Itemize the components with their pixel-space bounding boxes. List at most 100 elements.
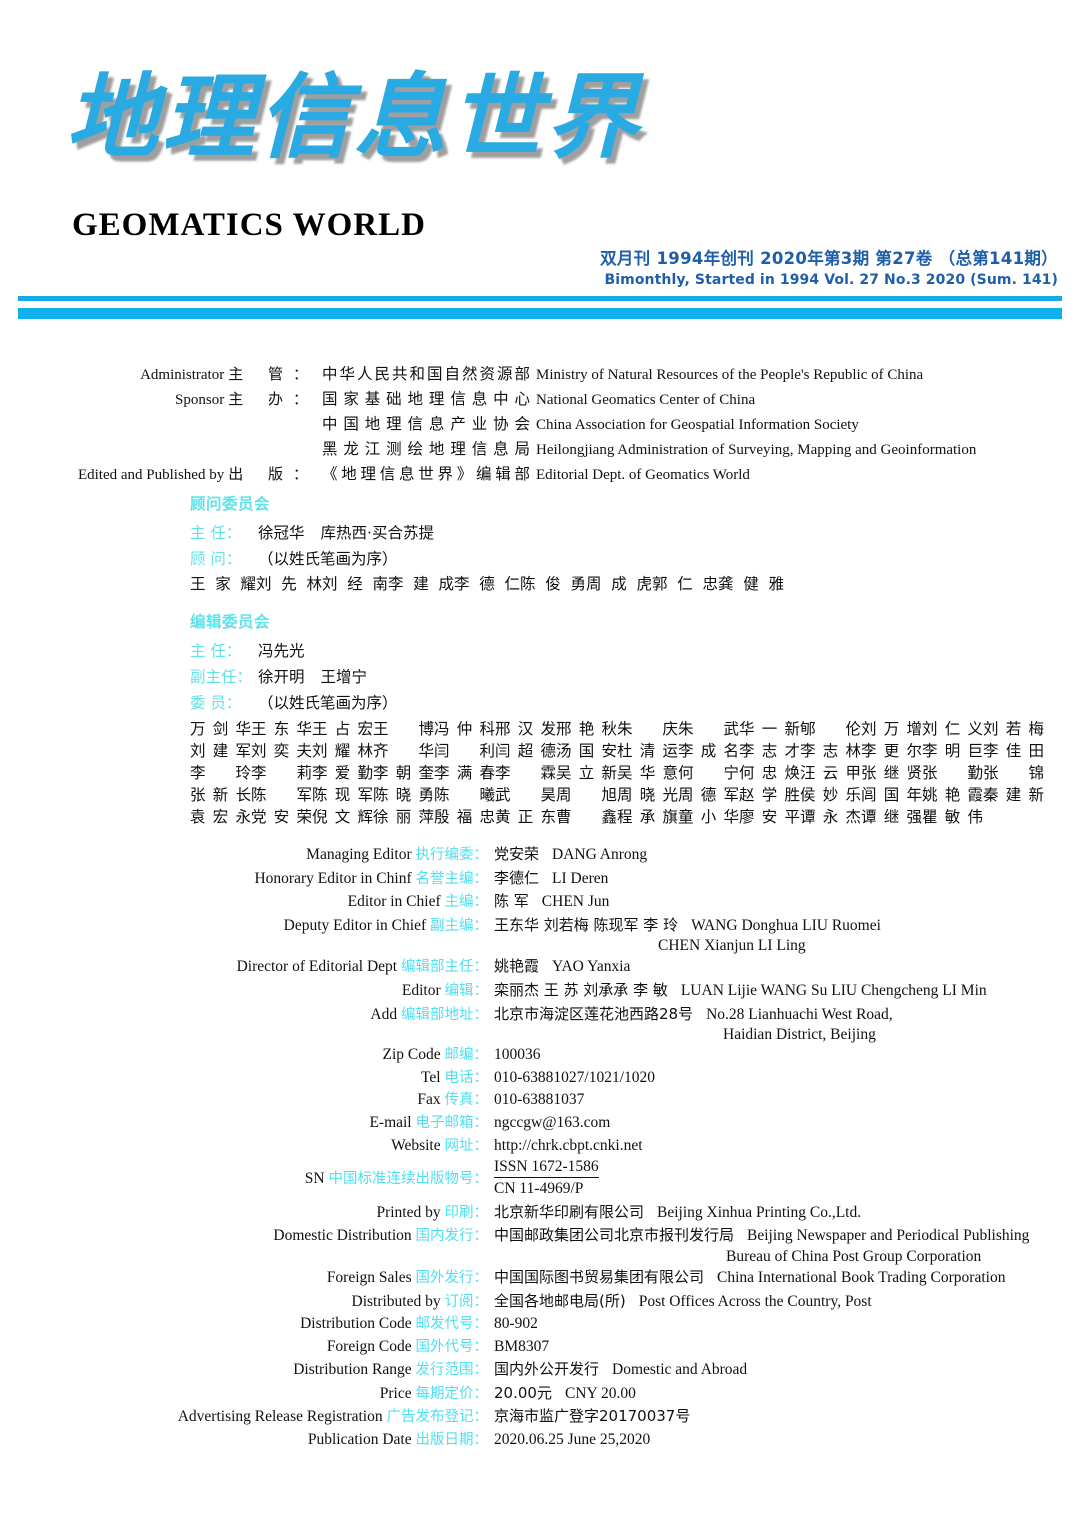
imprint-value-english: 80-902 bbox=[494, 1315, 538, 1333]
editorial-member-name: 陈现军 bbox=[312, 786, 373, 804]
imprint-row: Distribution Code 邮发代号： 80-902 bbox=[0, 1313, 1080, 1336]
editorial-chair-role: 主 任： bbox=[190, 642, 242, 660]
imprint-row-value: 京海市监广登字20170037号 bbox=[494, 1405, 1080, 1429]
imprint-row-value: http://chrk.cbpt.cnki.net bbox=[494, 1135, 1080, 1158]
imprint-label-chinese: 电子邮箱： bbox=[415, 1114, 489, 1131]
organization-row: Administrator 主 管： 中华人民共和国自然资源部 Ministry of… bbox=[0, 362, 1080, 387]
editorial-member-name: 邢汉发 bbox=[495, 720, 556, 738]
advisor-name: 李德仁 bbox=[454, 575, 520, 593]
imprint-row: Advertising Release Registration 广告发布登记：… bbox=[0, 1405, 1080, 1429]
imprint-row-value: 王东华 刘若梅 陈现军 李 玲 WANG Donghua LIU Ruomei bbox=[494, 914, 1080, 938]
imprint-row-label: Distributed by 订阅： bbox=[0, 1291, 494, 1314]
imprint-row-value: 北京市海淀区莲花池西路28号 No.28 Lianhuachi West Road… bbox=[494, 1003, 1080, 1027]
imprint-row-value: 李德仁 LI Deren bbox=[494, 867, 1080, 891]
imprint-value-chinese: 北京新华印刷有限公司 bbox=[494, 1202, 645, 1221]
imprint-row-value: 2020.06.25 June 25,2020 bbox=[494, 1429, 1080, 1452]
organization-name-chinese: 黑龙江测绘地理信息局 bbox=[322, 440, 530, 458]
imprint-row-value: 80-902 bbox=[494, 1313, 1080, 1336]
editorial-member-name: 万剑华 bbox=[190, 720, 251, 738]
editorial-member-name: 王 博 bbox=[373, 720, 434, 738]
imprint-row: Editor in Chief 主编：陈 军 CHEN Jun bbox=[0, 890, 1080, 914]
imprint-row-label: Website 网址： bbox=[0, 1135, 494, 1158]
editorial-member-name: 李更尔 bbox=[861, 742, 922, 760]
imprint-row: Price 每期定价： 20.00元 CNY 20.00 bbox=[0, 1382, 1080, 1406]
imprint-row: Tel 电话： 010-63881027/1021/1020 bbox=[0, 1067, 1080, 1090]
editorial-member-name: 李 玲 bbox=[190, 764, 251, 782]
editorial-member-name: 邢艳秋 bbox=[556, 720, 617, 738]
editorial-member-name: 吴立新 bbox=[556, 764, 617, 782]
sn-label-english: SN bbox=[304, 1169, 329, 1187]
imprint-label-chinese: 邮编： bbox=[444, 1047, 489, 1064]
editorial-member-name: 殷福忠 bbox=[434, 808, 495, 826]
organization-name-chinese: 中国地理信息产业协会 bbox=[322, 415, 530, 433]
organization-label-chinese: 出 版： bbox=[228, 465, 318, 483]
imprint-row-value: 010-63881027/1021/1020 bbox=[494, 1067, 1080, 1090]
editorial-member-name: 朱 庆 bbox=[617, 720, 678, 738]
imprint-label-english: Publication Date bbox=[307, 1431, 416, 1449]
imprint-value-chinese: 陈 军 bbox=[494, 892, 529, 911]
imprint-label-chinese: 电话： bbox=[444, 1069, 489, 1086]
imprint-row-value: 010-63881037 bbox=[494, 1089, 1080, 1112]
issue-info-chinese: 双月刊 1994年创刊 2020年第3期 第27卷 （总第141期） bbox=[600, 249, 1058, 268]
imprint-row-label: Add 编辑部地址： bbox=[0, 1004, 494, 1027]
imprint-label-english: Website bbox=[391, 1136, 445, 1154]
imprint-row-value: 中国邮政集团公司北京市报刊发行局 Beijing Newspaper and Pe… bbox=[494, 1224, 1080, 1248]
editorial-member-name: 冯仲科 bbox=[434, 720, 495, 738]
organization-name-english: Editorial Dept. of Geomatics World bbox=[536, 467, 750, 483]
editorial-committee-heading: 编辑委员会 bbox=[190, 613, 271, 631]
editorial-member-name: 李明巨 bbox=[922, 742, 983, 760]
advisory-names-row: 王家耀 刘先林 刘经南 李建成 李德仁 陈俊勇 周成虎 郭仁忠 龚健雅 bbox=[190, 572, 1050, 596]
advisor-name: 李建成 bbox=[388, 575, 454, 593]
continuation-text: Bureau of China Post Group Corporation bbox=[726, 1247, 982, 1265]
editorial-member-name: 刘奕夫 bbox=[251, 742, 312, 760]
imprint-row-label: Foreign Sales 国外发行： bbox=[0, 1267, 494, 1290]
editorial-member-name: 陈 军 bbox=[251, 786, 312, 804]
editorial-member-name: 张继贤 bbox=[861, 764, 922, 782]
imprint-value-english: LUAN Lijie WANG Su LIU Chengcheng LI Min bbox=[680, 981, 987, 999]
imprint-row-label: Printed by 印刷： bbox=[0, 1202, 494, 1225]
imprint-row-label: Fax 传真： bbox=[0, 1089, 494, 1112]
imprint-row-value: 100036 bbox=[494, 1044, 1080, 1067]
continuation-spacer bbox=[0, 1248, 488, 1266]
imprint-row: Foreign Code 国外代号： BM8307 bbox=[0, 1336, 1080, 1359]
imprint-value-english: Beijing Xinhua Printing Co.,Ltd. bbox=[657, 1203, 862, 1221]
advisory-chair-names: 徐冠华 库热西·买合苏提 bbox=[258, 524, 434, 542]
imprint-label-english: Deputy Editor in Chief bbox=[283, 916, 430, 934]
imprint-value-english: 010-63881027/1021/1020 bbox=[494, 1068, 656, 1086]
imprint-label-english: Zip Code bbox=[382, 1046, 445, 1064]
imprint-row-value: 北京新华印刷有限公司 Beijing Xinhua Printing Co.,Lt… bbox=[494, 1201, 1080, 1225]
editorial-member-name: 徐丽萍 bbox=[373, 808, 434, 826]
imprint-row: Editor 编辑： 栾丽杰 王 苏 刘承承 李 敏 LUAN Lijie WANG… bbox=[0, 979, 1080, 1003]
imprint-row-value: 20.00元 CNY 20.00 bbox=[494, 1382, 1080, 1406]
imprint-row: Honorary Editor in Chinf 名誉主编： 李德仁 LI Dere… bbox=[0, 867, 1080, 891]
editorial-member-name: 张 勤 bbox=[922, 764, 983, 782]
organization-row: Edited and Published by 出 版： 《地理信息世界》编辑部 Ed… bbox=[0, 462, 1080, 487]
editorial-members-row: 刘建军 刘奕夫 刘耀林齐 华闫 利闫超德 汤国安 杜清运 李成名 李志才 李志林 李更尔 李明巨李… bbox=[190, 740, 1050, 762]
organization-label-english: Administrator bbox=[140, 367, 225, 383]
imprint-row-continuation: CHEN Xianjun LI Ling bbox=[0, 937, 1080, 955]
editorial-member-name: 刘仁义 bbox=[922, 720, 983, 738]
editorial-member-name: 谭永杰 bbox=[800, 808, 861, 826]
editorial-order-note: （以姓氏笔画为序） bbox=[258, 694, 398, 712]
editorial-member-name: 齐 华 bbox=[373, 742, 434, 760]
imprint-value-english: China International Book Trading Corpora… bbox=[717, 1268, 1006, 1286]
editorial-member-name: 周德军 bbox=[678, 786, 739, 804]
imprint-label-english: Distribution Code bbox=[300, 1315, 416, 1333]
imprint-row-continuation: Haidian District, Beijing bbox=[0, 1026, 1080, 1044]
imprint-row-value: 姚艳霞 YAO Yanxia bbox=[494, 955, 1080, 979]
imprint-label-english: Printed by bbox=[376, 1203, 445, 1221]
imprint-value-chinese: 党安荣 bbox=[494, 845, 540, 863]
organization-row: Sponsor 主 办： 国家基础地理信息中心 National Geomatics … bbox=[0, 387, 1080, 412]
advisor-name: 周成虎 bbox=[586, 575, 652, 593]
editorial-member-name: 刘若梅 bbox=[983, 720, 1044, 738]
imprint-row-label: Managing Editor 执行编委： bbox=[0, 844, 494, 867]
imprint-sn-label: SN 中国标准连续出版物号： bbox=[0, 1168, 494, 1191]
advisory-order-note: （以姓氏笔画为序） bbox=[258, 550, 398, 568]
issue-info-english: Bimonthly, Started in 1994 Vol. 27 No.3 … bbox=[604, 272, 1058, 288]
organization-name-english: China Association for Geospatial Informa… bbox=[536, 417, 859, 433]
editorial-member-name: 何忠焕 bbox=[739, 764, 800, 782]
editorial-members-row: 万剑华 王东华 王占宏王 博冯仲科 邢汉发 邢艳秋朱 庆朱 武华一新郇 伦刘万增 刘仁义刘… bbox=[190, 718, 1050, 740]
imprint-label-chinese: 编辑： bbox=[444, 982, 489, 999]
editorial-member-name: 汪云甲 bbox=[800, 764, 861, 782]
imprint-value-english: LI Deren bbox=[552, 869, 609, 887]
